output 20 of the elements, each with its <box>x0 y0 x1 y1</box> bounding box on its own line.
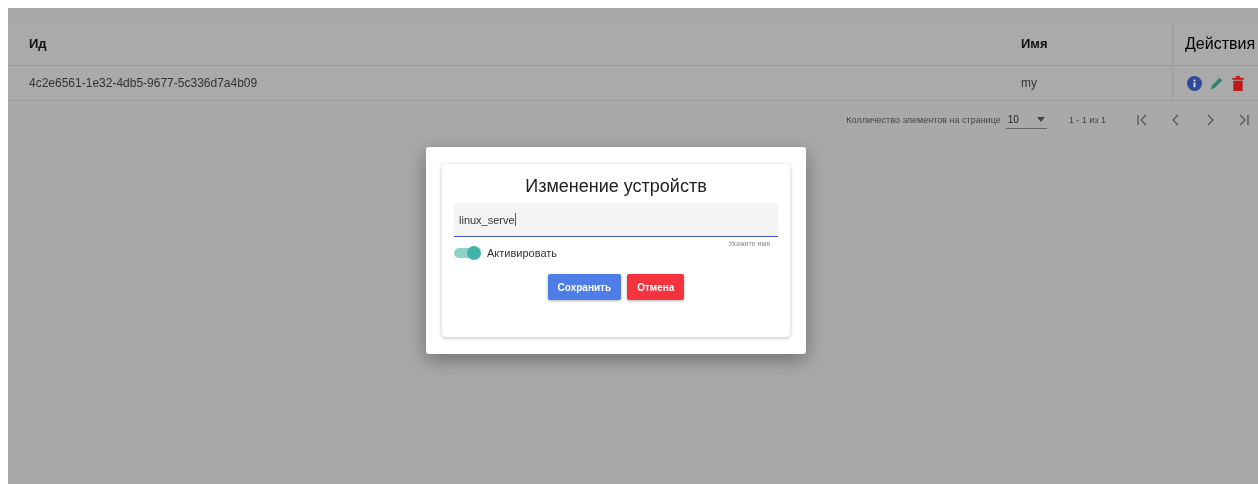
page-size-select[interactable]: 10 <box>1005 111 1047 129</box>
toggle-switch[interactable] <box>454 246 481 260</box>
name-input-field[interactable]: linux_serve <box>454 203 778 237</box>
toggle-label: Активировать <box>487 247 558 259</box>
dialog-title: Изменение устройств <box>524 176 708 197</box>
trash-icon[interactable] <box>1232 75 1244 91</box>
column-header: Ид <box>29 36 47 51</box>
table-cell: my <box>1021 76 1037 90</box>
dropdown-arrow-icon <box>1036 116 1045 122</box>
column-header: Действия <box>1185 34 1256 53</box>
save-button[interactable]: Сохранить <box>547 274 622 300</box>
last-page-icon[interactable] <box>1238 114 1250 126</box>
column-header: Имя <box>1021 36 1048 51</box>
page-size-label: Колличество элементов на странице <box>846 115 1001 125</box>
pencil-icon[interactable] <box>1210 76 1224 90</box>
table-cell: 4c2e6561-1e32-4db5-9677-5c336d7a4b09 <box>29 76 258 90</box>
range-label: 1 - 1 из 1 <box>1068 115 1106 125</box>
info-icon[interactable] <box>1187 75 1202 91</box>
cancel-button[interactable]: Отмена <box>627 274 685 300</box>
first-page-icon[interactable] <box>1136 114 1148 126</box>
